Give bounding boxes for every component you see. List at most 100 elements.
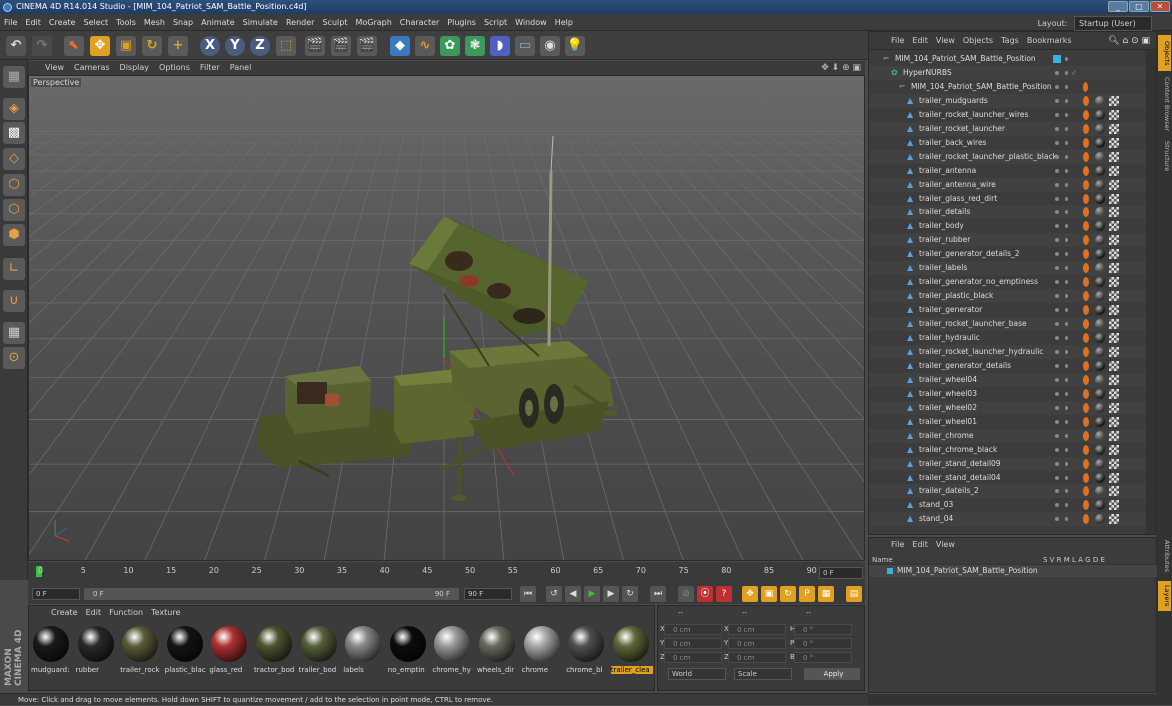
texture-tag-icon[interactable]: [1109, 193, 1119, 204]
texture-tag-icon[interactable]: [1109, 346, 1119, 357]
material-tag-icon[interactable]: [1095, 374, 1105, 385]
spline-pen-icon[interactable]: ∿: [415, 36, 435, 56]
coord-value-field[interactable]: 0 °: [794, 652, 852, 663]
visibility-render-dot[interactable]: [1065, 57, 1068, 61]
material-tag-icon[interactable]: [1095, 221, 1105, 232]
material-tag-icon[interactable]: [1095, 95, 1105, 106]
object-scrollbar[interactable]: [1146, 50, 1156, 534]
redo-icon[interactable]: ↷: [32, 36, 52, 56]
material-tag-icon[interactable]: [1095, 207, 1105, 218]
object-row[interactable]: ▲ trailer_rocket_launcher_hydraulic: [869, 344, 1146, 359]
material-tag-icon[interactable]: [1095, 402, 1105, 413]
phong-tag-icon[interactable]: [1083, 360, 1089, 371]
record-keys-icon[interactable]: ⊘: [678, 586, 694, 602]
texture-tag-icon[interactable]: [1109, 458, 1119, 469]
visibility-editor-dot[interactable]: [1055, 489, 1059, 494]
visibility-editor-dot[interactable]: [1055, 405, 1059, 410]
visibility-render-dot[interactable]: [1065, 377, 1068, 382]
material-swatch[interactable]: wheels_dir: [477, 626, 517, 681]
visibility-render-dot[interactable]: [1065, 419, 1068, 424]
material-swatch[interactable]: tractor_bod: [254, 626, 294, 681]
material-tag-icon[interactable]: [1095, 291, 1105, 302]
object-menu-bookmarks[interactable]: Bookmarks: [1023, 32, 1076, 50]
light-icon[interactable]: 💡: [565, 36, 585, 56]
visibility-editor-dot[interactable]: [1055, 517, 1059, 522]
menu-snap[interactable]: Snap: [169, 14, 197, 31]
phong-tag-icon[interactable]: [1083, 109, 1089, 120]
visibility-editor-dot[interactable]: [1055, 98, 1059, 103]
object-row[interactable]: ▲ trailer_antenna_wire: [869, 177, 1146, 192]
material-tag-icon[interactable]: [1095, 416, 1105, 427]
visibility-render-dot[interactable]: [1065, 70, 1068, 75]
material-tag-icon[interactable]: [1095, 458, 1105, 469]
object-row[interactable]: ▲ trailer_chrome_black: [869, 443, 1146, 457]
visibility-editor-dot[interactable]: [1055, 126, 1059, 131]
object-row[interactable]: ▲ trailer_glass_red_dirt: [869, 192, 1146, 206]
visibility-editor-dot[interactable]: [1055, 461, 1059, 466]
model-mode-icon[interactable]: ◈: [3, 98, 25, 120]
material-tag-icon[interactable]: [1095, 333, 1105, 343]
phong-tag-icon[interactable]: [1083, 374, 1089, 385]
material-tag-icon[interactable]: [1095, 346, 1105, 357]
array-icon[interactable]: ❃: [465, 36, 485, 56]
prev-key-icon[interactable]: ↺: [546, 586, 562, 602]
material-tag-icon[interactable]: [1095, 444, 1105, 455]
texture-tag-icon[interactable]: [1109, 277, 1119, 288]
phong-tag-icon[interactable]: [1083, 346, 1089, 357]
menu-file[interactable]: File: [0, 14, 21, 31]
visibility-editor-dot[interactable]: [1055, 196, 1059, 201]
phong-tag-icon[interactable]: [1083, 221, 1089, 232]
visibility-editor-dot[interactable]: [1055, 475, 1059, 480]
rotate-tool-icon[interactable]: ↻: [142, 36, 162, 56]
phong-tag-icon[interactable]: [1083, 416, 1089, 427]
visibility-editor-dot[interactable]: [1055, 154, 1059, 159]
phong-tag-icon[interactable]: [1083, 137, 1089, 148]
menu-render[interactable]: Render: [282, 14, 318, 31]
phong-tag-icon[interactable]: [1083, 500, 1089, 511]
points-mode-icon[interactable]: ⬡: [3, 174, 25, 196]
viewport-menu-panel[interactable]: Panel: [225, 61, 257, 75]
layer-menu-edit[interactable]: Edit: [908, 538, 932, 552]
object-row[interactable]: ▲ trailer_labels: [869, 261, 1146, 276]
visibility-editor-dot[interactable]: [1055, 224, 1059, 229]
visibility-render-dot[interactable]: [1065, 112, 1068, 117]
menu-mograph[interactable]: MoGraph: [351, 14, 395, 31]
texture-tag-icon[interactable]: [1109, 137, 1119, 148]
key-parameter-icon[interactable]: P: [799, 586, 815, 602]
texture-tag-icon[interactable]: [1109, 360, 1119, 371]
viewport-nav-icon[interactable]: ✥ ⬇ ⊕ ▣: [821, 61, 861, 75]
render-settings-icon[interactable]: 🎬: [357, 36, 377, 56]
cube-object-icon[interactable]: ◆: [390, 36, 410, 56]
object-row[interactable]: ▲ trailer_generator_no_emptiness: [869, 275, 1146, 289]
object-menu-tags[interactable]: Tags: [997, 32, 1023, 50]
object-row[interactable]: ▲ trailer_mudguards: [869, 93, 1146, 108]
coord-value-field[interactable]: 0 cm: [664, 624, 722, 635]
phong-tag-icon[interactable]: [1083, 486, 1089, 497]
texture-tag-icon[interactable]: [1109, 416, 1119, 427]
object-row[interactable]: ▲ stand_03: [869, 498, 1146, 512]
end-frame-field[interactable]: 90 F: [464, 588, 512, 600]
visibility-editor-dot[interactable]: [1055, 70, 1059, 75]
phong-tag-icon[interactable]: [1083, 165, 1089, 176]
floor-scene-icon[interactable]: ▭: [515, 36, 535, 56]
texture-tag-icon[interactable]: [1109, 151, 1119, 162]
enabled-check-icon[interactable]: ✓: [1071, 66, 1077, 80]
texture-tag-icon[interactable]: [1109, 444, 1119, 455]
workplane-lock-icon[interactable]: ▦: [3, 322, 25, 344]
object-row[interactable]: ▲ trailer_rocket_launcher_wires: [869, 108, 1146, 122]
texture-tag-icon[interactable]: [1109, 333, 1119, 343]
side-tab-layers[interactable]: Layers: [1158, 581, 1171, 611]
coord-system-dropdown[interactable]: World: [668, 668, 726, 680]
viewport-menu-display[interactable]: Display: [115, 61, 155, 75]
object-row[interactable]: ▲ trailer_wheel04: [869, 372, 1146, 387]
texture-tag-icon[interactable]: [1109, 95, 1119, 106]
next-frame-icon[interactable]: ▶: [603, 586, 619, 602]
visibility-editor-dot[interactable]: [1055, 349, 1059, 354]
material-tag-icon[interactable]: [1095, 277, 1105, 288]
object-row[interactable]: ▲ trailer_wheel03: [869, 387, 1146, 401]
visibility-editor-dot[interactable]: [1055, 377, 1059, 382]
horizontal-scrollbar[interactable]: [868, 694, 1157, 705]
phong-tag-icon[interactable]: [1083, 305, 1089, 316]
nurbs-icon[interactable]: ✿: [440, 36, 460, 56]
phong-tag-icon[interactable]: [1083, 514, 1089, 525]
